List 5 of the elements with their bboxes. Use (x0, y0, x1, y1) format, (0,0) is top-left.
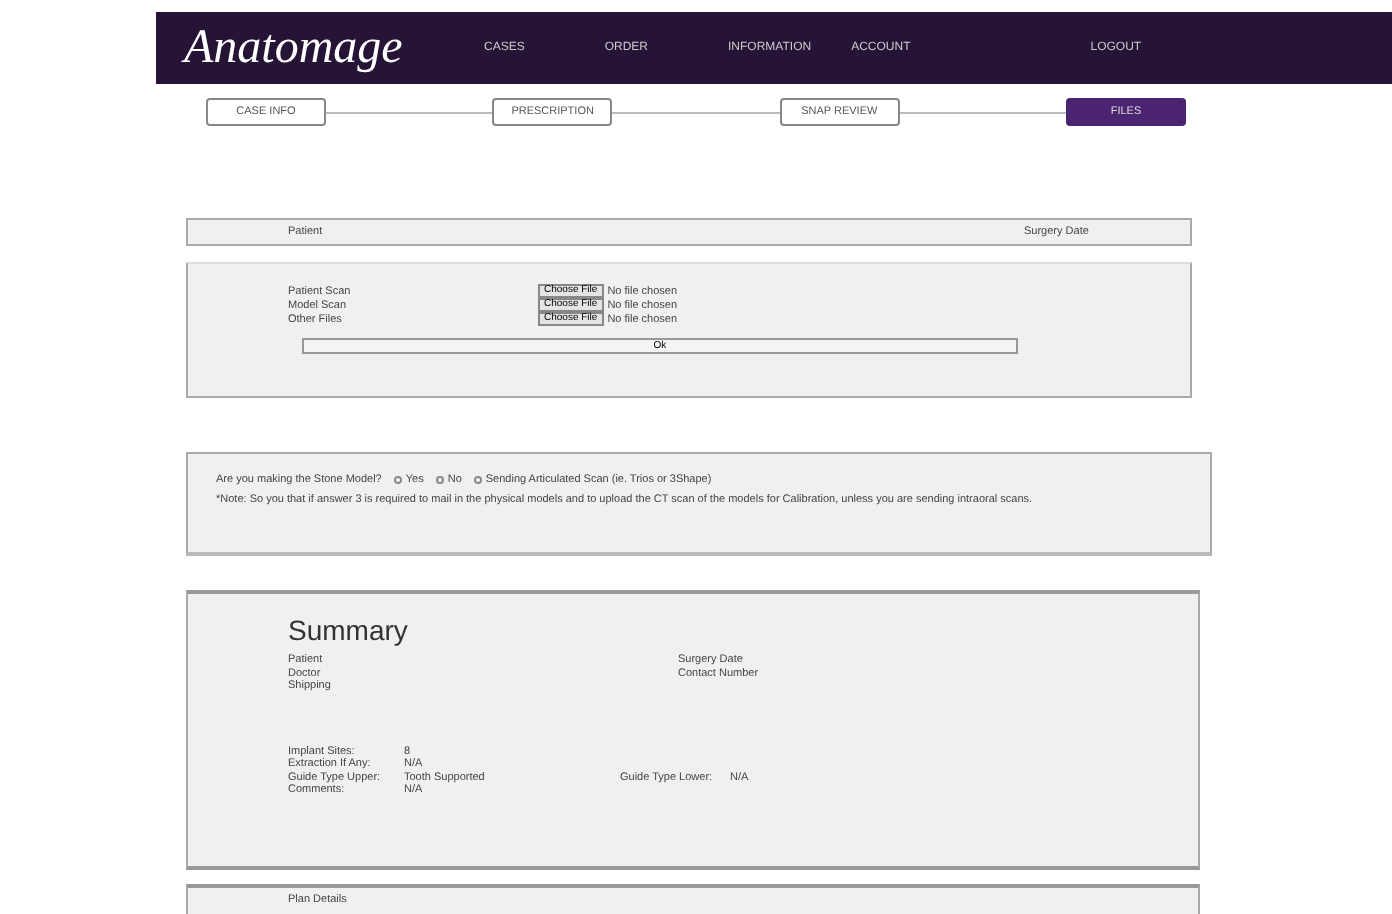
radio-button[interactable] (473, 476, 482, 484)
summary-title: Summary (288, 614, 410, 646)
radio-button[interactable] (393, 476, 402, 484)
logo: Anatomage (184, 21, 405, 75)
radio-button[interactable] (435, 476, 444, 484)
